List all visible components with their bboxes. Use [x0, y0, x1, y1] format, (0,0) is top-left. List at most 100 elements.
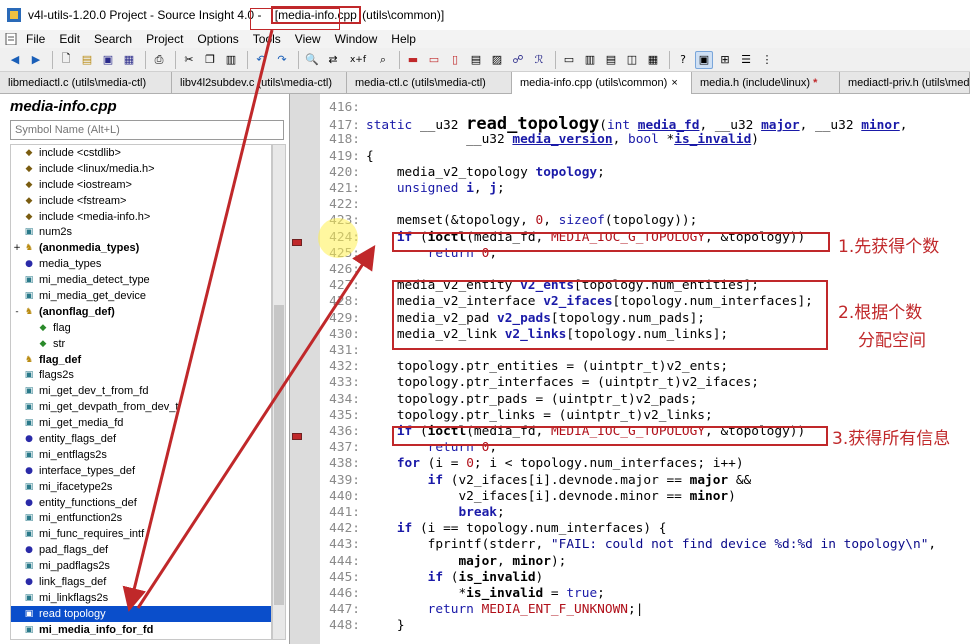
symbol-item[interactable]: ◆ include <cstdlib>	[11, 145, 271, 161]
symbol-item[interactable]: ▣ num2s	[11, 224, 271, 240]
code-line[interactable]: 426:	[320, 262, 970, 278]
symbol-item[interactable]: ▣ mi_entfunction2s	[11, 510, 271, 526]
code-line[interactable]: 441: break;	[320, 505, 970, 521]
code-line[interactable]: 440: v2_ifaces[i].devnode.minor == minor…	[320, 489, 970, 505]
symbol-item[interactable]: ▣ mi_get_media_fd	[11, 415, 271, 431]
list-icon[interactable]: ☰	[737, 51, 755, 69]
menu-file[interactable]: File	[26, 32, 45, 46]
new-file-icon[interactable]: 🗋	[57, 51, 75, 69]
menu-edit[interactable]: Edit	[59, 32, 80, 46]
find-icon[interactable]: 🔍	[303, 51, 321, 69]
symbol-search-input[interactable]	[10, 120, 284, 140]
code-line[interactable]: 422:	[320, 197, 970, 213]
menu-help[interactable]: Help	[391, 32, 416, 46]
save-all-icon[interactable]: ▦	[120, 51, 138, 69]
symbol-info-icon[interactable]: ▤	[467, 51, 485, 69]
symbol-item[interactable]: ▣ mi_media_detect_type	[11, 272, 271, 288]
code-line[interactable]: 420: media_v2_topology topology;	[320, 165, 970, 181]
symbol-item[interactable]: ◆ include <fstream>	[11, 193, 271, 209]
code-line[interactable]: 435: topology.ptr_links = (uintptr_t)v2_…	[320, 408, 970, 424]
symbol-item[interactable]: ● entity_functions_def	[11, 495, 271, 511]
symbol-item[interactable]: ▣ mi_media_info_for_fd	[11, 622, 271, 638]
context-icon[interactable]: ▨	[488, 51, 506, 69]
tab-media-ctl[interactable]: media-ctl.c (utils\media-ctl)	[347, 72, 512, 94]
symbol-item[interactable]: ▣ mi_linkflags2s	[11, 590, 271, 606]
tab-mediactl-priv[interactable]: mediactl-priv.h (utils\media	[840, 72, 970, 94]
browse-icon[interactable]: ▯	[446, 51, 464, 69]
menu-search[interactable]: Search	[94, 32, 132, 46]
tab-libv4l2subdev[interactable]: libv4l2subdev.c (utils\media-ctl)	[172, 72, 347, 94]
symbol-item[interactable]: ▣ flags2s	[11, 367, 271, 383]
symbol-item[interactable]: ● link_flags_def	[11, 574, 271, 590]
open-file-icon[interactable]: ▤	[78, 51, 96, 69]
code-line[interactable]: 423: memset(&topology, 0, sizeof(topolog…	[320, 213, 970, 229]
code-line[interactable]: 417: static __u32 read_topology(int media…	[320, 116, 970, 134]
symbol-item[interactable]: ▣ mi_entflags2s	[11, 447, 271, 463]
code-line[interactable]: 443: fprintf(stderr, "FAIL: could not fi…	[320, 537, 970, 553]
symbol-item[interactable]: ● entity_flags_def	[11, 431, 271, 447]
bookmark-icon[interactable]: ▬	[404, 51, 422, 69]
layout-1-icon[interactable]: ▭	[560, 51, 578, 69]
symbol-item[interactable]: ● media_types	[11, 256, 271, 272]
forward-icon[interactable]: ▶	[27, 51, 45, 69]
code-line[interactable]: 448: }	[320, 618, 970, 634]
code-line[interactable]: 416:	[320, 100, 970, 116]
symbol-item[interactable]: ▣ mi_ifacetype2s	[11, 479, 271, 495]
tab-close-icon[interactable]: ×	[671, 77, 677, 89]
menu-view[interactable]: View	[295, 32, 321, 46]
tab-libmediactl[interactable]: libmediactl.c (utils\media-ctl)	[0, 72, 172, 94]
symbol-item[interactable]: ▣ mi_media_get_device	[11, 288, 271, 304]
symbol-list-scrollbar[interactable]	[272, 144, 286, 640]
symbol-item[interactable]: ♞ flag_def	[11, 352, 271, 368]
symbol-item[interactable]: ▣ mi_func_requires_intf	[11, 526, 271, 542]
bookmark-marker-icon[interactable]	[292, 433, 302, 440]
cut-icon[interactable]: ✂	[180, 51, 198, 69]
code-line[interactable]: 418: __u32 media_version, bool *is_inval…	[320, 132, 970, 148]
redo-icon[interactable]: ↷	[273, 51, 291, 69]
tab-media-h[interactable]: media.h (include\linux) *	[692, 72, 840, 94]
code-line[interactable]: 419: {	[320, 149, 970, 165]
expand-toggle-icon[interactable]: -	[11, 307, 23, 317]
layout-3-icon[interactable]: ▤	[602, 51, 620, 69]
symbol-item[interactable]: ● interface_types_def	[11, 463, 271, 479]
editor-gutter[interactable]	[290, 94, 320, 644]
jump-icon[interactable]: ▭	[425, 51, 443, 69]
paste-icon[interactable]: ▥	[222, 51, 240, 69]
lookup-icon[interactable]: ⌕	[374, 51, 392, 69]
code-line[interactable]: 442: if (i == topology.num_interfaces) {	[320, 521, 970, 537]
symbol-item[interactable]: ◆ include <linux/media.h>	[11, 161, 271, 177]
document-icon[interactable]	[4, 33, 18, 45]
undo-icon[interactable]: ↶	[252, 51, 270, 69]
relation-icon[interactable]: ☍	[509, 51, 527, 69]
menu-tools[interactable]: Tools	[253, 32, 281, 46]
lookup-ref-icon[interactable]: ℛ	[530, 51, 548, 69]
bookmark-marker-icon[interactable]	[292, 239, 302, 246]
menu-window[interactable]: Window	[335, 32, 378, 46]
grid-icon[interactable]: ⊞	[716, 51, 734, 69]
code-line[interactable]: 421: unsigned i, j;	[320, 181, 970, 197]
code-line[interactable]: 438: for (i = 0; i < topology.num_interf…	[320, 456, 970, 472]
code-line[interactable]: 447: return MEDIA_ENT_F_UNKNOWN;|	[320, 602, 970, 618]
xref-icon[interactable]: x+f	[345, 51, 371, 69]
symbol-item[interactable]: ▣ mi_get_dev_t_from_fd	[11, 383, 271, 399]
symbol-item[interactable]: ▣ mi_padflags2s	[11, 558, 271, 574]
scrollbar-thumb[interactable]	[274, 305, 284, 605]
code-line[interactable]: 433: topology.ptr_interfaces = (uintptr_…	[320, 375, 970, 391]
code-editor[interactable]: 416: 417: static __u32 read_topology(int m…	[320, 94, 970, 644]
code-line[interactable]: 444: major, minor);	[320, 554, 970, 570]
symbol-item[interactable]: ▣ mi_get_devpath_from_dev_t	[11, 399, 271, 415]
tree-icon[interactable]: ⋮	[758, 51, 776, 69]
symbol-item[interactable]: ◆ include <iostream>	[11, 177, 271, 193]
code-line[interactable]: 446: *is_invalid = true;	[320, 586, 970, 602]
symbol-item[interactable]: + ♞ (anonmedia_types)	[11, 240, 271, 256]
code-line[interactable]: 445: if (is_invalid)	[320, 570, 970, 586]
symbol-item[interactable]: ◆ str	[11, 336, 271, 352]
menu-project[interactable]: Project	[146, 32, 183, 46]
tab-media-info[interactable]: media-info.cpp (utils\common) ×	[512, 72, 692, 94]
back-icon[interactable]: ◀	[6, 51, 24, 69]
panel-icon[interactable]: ▣	[695, 50, 713, 69]
save-icon[interactable]: ▣	[99, 51, 117, 69]
help-icon[interactable]: ?	[674, 51, 692, 69]
code-line[interactable]: 434: topology.ptr_pads = (uintptr_t)v2_p…	[320, 392, 970, 408]
symbol-item[interactable]: ▣ read topology	[11, 605, 271, 622]
